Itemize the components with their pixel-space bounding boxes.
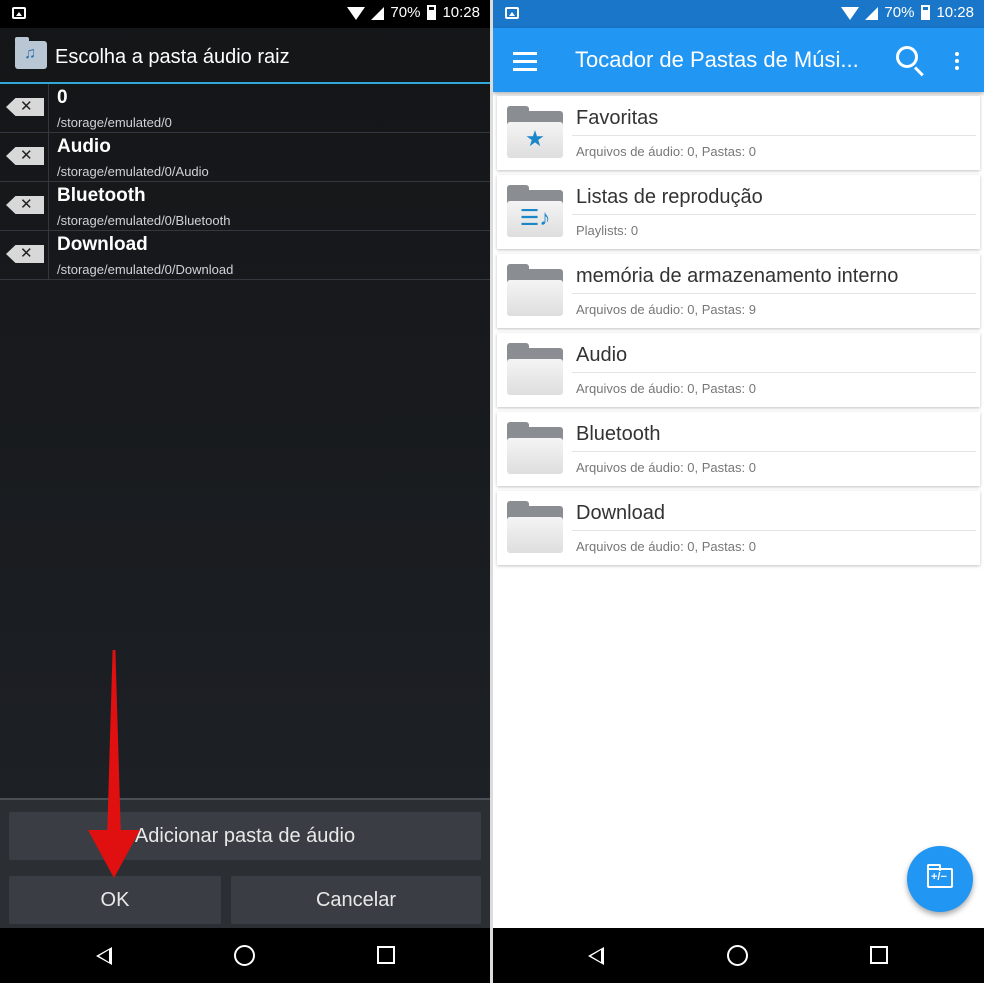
- list-item[interactable]: ✕ 0 /storage/emulated/0: [0, 84, 490, 133]
- home-icon[interactable]: [727, 945, 748, 966]
- folder-name: Audio: [57, 136, 111, 157]
- playlist-folder-icon: ☰♪: [505, 185, 565, 239]
- card-title: Listas de reprodução: [576, 186, 763, 208]
- status-time: 10:28: [442, 4, 480, 21]
- music-folder-icon: ♫: [15, 37, 47, 69]
- battery-icon: [427, 5, 437, 20]
- card-subtitle: Arquivos de áudio: 0, Pastas: 0: [576, 381, 756, 396]
- dialog-title: Escolha a pasta áudio raiz: [55, 46, 290, 68]
- status-time: 10:28: [936, 4, 974, 21]
- card-subtitle: Arquivos de áudio: 0, Pastas: 0: [576, 460, 756, 475]
- folder-card-audio[interactable]: Audio Arquivos de áudio: 0, Pastas: 0: [497, 333, 980, 407]
- card-title: Bluetooth: [576, 423, 661, 445]
- folder-path: /storage/emulated/0/Download: [57, 262, 234, 277]
- search-icon[interactable]: [896, 46, 918, 68]
- folder-card-bluetooth[interactable]: Bluetooth Arquivos de áudio: 0, Pastas: …: [497, 412, 980, 486]
- card-subtitle: Playlists: 0: [576, 223, 639, 238]
- dialog-header: ♫ Escolha a pasta áudio raiz: [0, 28, 490, 84]
- remove-folder-button[interactable]: ✕: [0, 182, 49, 230]
- more-options-icon[interactable]: [955, 52, 959, 70]
- add-folder-fab[interactable]: +/−: [907, 846, 973, 912]
- folder-card-playlists[interactable]: ☰♪ Listas de reprodução Playlists: 0: [497, 175, 980, 249]
- list-item[interactable]: ✕ Download /storage/emulated/0/Download: [0, 231, 490, 280]
- folder-path: /storage/emulated/0/Bluetooth: [57, 213, 231, 228]
- backspace-icon: ✕: [6, 245, 44, 263]
- back-icon[interactable]: [588, 947, 604, 965]
- status-bar: 70% 10:28: [493, 0, 984, 28]
- app-title: Tocador de Pastas de Músi...: [575, 47, 859, 72]
- folder-name: 0: [57, 87, 68, 108]
- folder-name: Download: [57, 234, 148, 255]
- backspace-icon: ✕: [6, 147, 44, 165]
- card-title: Audio: [576, 344, 628, 366]
- folder-path: /storage/emulated/0/Audio: [57, 164, 209, 179]
- app-toolbar: Tocador de Pastas de Músi...: [493, 28, 984, 92]
- home-icon[interactable]: [234, 945, 255, 966]
- battery-percent: 70%: [884, 4, 915, 21]
- navigation-bar: [493, 928, 984, 983]
- folder-name: Bluetooth: [57, 185, 146, 206]
- annotation-arrow-shaft: [107, 650, 121, 840]
- battery-percent: 70%: [390, 4, 421, 21]
- backspace-icon: ✕: [6, 98, 44, 116]
- folder-card-favorites[interactable]: ★ Favoritas Arquivos de áudio: 0, Pastas…: [497, 96, 980, 170]
- add-audio-folder-button[interactable]: Adicionar pasta de áudio: [9, 812, 481, 860]
- folder-icon: [505, 343, 565, 397]
- recents-icon[interactable]: [377, 946, 395, 964]
- signal-icon: [371, 7, 385, 20]
- ok-button[interactable]: OK: [9, 876, 221, 924]
- folder-icon: [505, 422, 565, 476]
- remove-folder-button[interactable]: ✕: [0, 231, 49, 279]
- folder-icon: [505, 501, 565, 555]
- right-screen: 70% 10:28 Tocador de Pastas de Músi... ★…: [493, 0, 984, 983]
- wifi-icon: [841, 7, 860, 20]
- recents-icon[interactable]: [870, 946, 888, 964]
- backspace-icon: ✕: [6, 196, 44, 214]
- left-screen: 70% 10:28 ♫ Escolha a pasta áudio raiz ✕…: [0, 0, 490, 983]
- back-icon[interactable]: [96, 947, 112, 965]
- folder-card-internal-storage[interactable]: memória de armazenamento interno Arquivo…: [497, 254, 980, 328]
- card-title: Favoritas: [576, 107, 659, 129]
- notification-image-icon: [505, 7, 519, 19]
- remove-folder-button[interactable]: ✕: [0, 84, 49, 132]
- star-folder-icon: ★: [505, 106, 565, 160]
- notification-image-icon: [12, 7, 26, 19]
- status-bar: 70% 10:28: [0, 0, 490, 28]
- list-item[interactable]: ✕ Audio /storage/emulated/0/Audio: [0, 133, 490, 182]
- root-folder-list: ✕ 0 /storage/emulated/0 ✕ Audio /storage…: [0, 84, 490, 280]
- card-title: memória de armazenamento interno: [576, 265, 899, 287]
- menu-icon[interactable]: [513, 52, 537, 71]
- wifi-icon: [347, 7, 366, 20]
- folder-card-download[interactable]: Download Arquivos de áudio: 0, Pastas: 0: [497, 491, 980, 565]
- folder-icon: [505, 264, 565, 318]
- card-subtitle: Arquivos de áudio: 0, Pastas: 0: [576, 144, 756, 159]
- navigation-bar: [0, 928, 490, 983]
- battery-icon: [921, 5, 931, 20]
- folder-path: /storage/emulated/0: [57, 115, 172, 130]
- folder-edit-icon: +/−: [927, 864, 953, 888]
- dialog-button-area: Adicionar pasta de áudio OK Cancelar: [0, 798, 490, 928]
- card-subtitle: Arquivos de áudio: 0, Pastas: 0: [576, 539, 756, 554]
- remove-folder-button[interactable]: ✕: [0, 133, 49, 181]
- signal-icon: [865, 7, 879, 20]
- card-subtitle: Arquivos de áudio: 0, Pastas: 9: [576, 302, 756, 317]
- list-item[interactable]: ✕ Bluetooth /storage/emulated/0/Bluetoot…: [0, 182, 490, 231]
- folder-card-list: ★ Favoritas Arquivos de áudio: 0, Pastas…: [497, 96, 980, 570]
- card-title: Download: [576, 502, 665, 524]
- cancel-button[interactable]: Cancelar: [231, 876, 481, 924]
